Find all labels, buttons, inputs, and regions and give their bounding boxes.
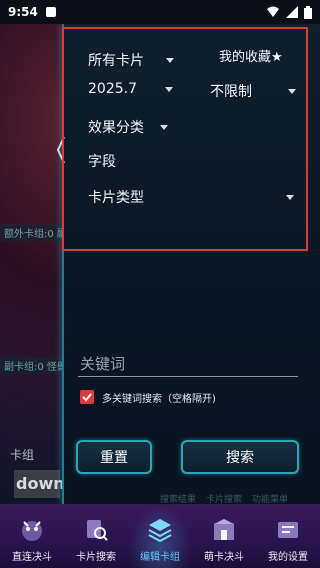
reset-button[interactable]: 重置 <box>76 440 152 474</box>
deck-edit-icon <box>145 515 175 545</box>
wifi-icon <box>266 6 280 18</box>
chevron-down-icon <box>165 86 173 92</box>
effect-category-label: 效果分类 <box>88 120 144 136</box>
deck-label: 卡组 <box>10 448 35 462</box>
nav-deck-edit[interactable]: 编辑卡组 <box>128 504 192 568</box>
card-type-label: 卡片类型 <box>88 190 144 206</box>
nav-label: 我的设置 <box>268 552 308 563</box>
status-time: 9:54 <box>8 5 38 19</box>
favorites-toggle[interactable]: 我的收藏★ <box>219 46 283 65</box>
chevron-down-icon <box>166 57 174 63</box>
limit-dropdown[interactable]: 不限制 <box>210 81 296 101</box>
limit-value: 不限制 <box>210 84 252 100</box>
nav-label: 萌卡决斗 <box>204 552 244 563</box>
nav-settings[interactable]: 我的设置 <box>256 504 320 568</box>
card-scope-value: 所有卡片 <box>88 53 144 69</box>
card-search-icon <box>81 515 111 545</box>
multi-keyword-label: 多关键词搜索（空格隔开) <box>102 394 216 405</box>
chevron-down-icon <box>160 124 168 130</box>
nav-label: 编辑卡组 <box>140 552 180 563</box>
keyword-input[interactable]: 关键词 <box>80 353 125 374</box>
nav-label: 卡片搜索 <box>76 552 116 563</box>
battery-icon <box>304 5 312 19</box>
effect-category-dropdown[interactable]: 效果分类 <box>88 117 168 137</box>
banlist-value: 2025.7 <box>88 81 137 97</box>
multi-keyword-checkbox[interactable] <box>80 390 94 404</box>
banlist-dropdown[interactable]: 2025.7 <box>88 81 173 97</box>
signal-icon <box>286 6 298 18</box>
nav-mycard-duel[interactable]: 萌卡决斗 <box>192 504 256 568</box>
chevron-down-icon <box>286 194 294 200</box>
card-scope-dropdown[interactable]: 所有卡片 <box>88 50 174 70</box>
card-type-dropdown[interactable]: 卡片类型 <box>88 187 294 207</box>
nav-card-search[interactable]: 卡片搜索 <box>64 504 128 568</box>
status-bar: 9:54 <box>0 0 320 24</box>
nav-direct-duel[interactable]: 直连决斗 <box>0 504 64 568</box>
notification-icon <box>45 7 56 17</box>
settings-icon <box>273 515 303 545</box>
search-button[interactable]: 搜索 <box>181 440 299 474</box>
archetype-label: 字段 <box>88 154 116 170</box>
duel-icon <box>17 515 47 545</box>
archetype-field[interactable]: 字段 <box>88 151 116 171</box>
mycard-icon <box>209 515 239 545</box>
nav-label: 直连决斗 <box>12 552 52 563</box>
favorites-label: 我的收藏★ <box>219 50 283 65</box>
keyword-underline <box>78 376 298 377</box>
chevron-down-icon <box>288 88 296 94</box>
bottom-nav: 直连决斗 卡片搜索 编辑卡组 萌卡决斗 我的设置 <box>0 504 320 568</box>
checkmark-icon <box>82 393 92 402</box>
